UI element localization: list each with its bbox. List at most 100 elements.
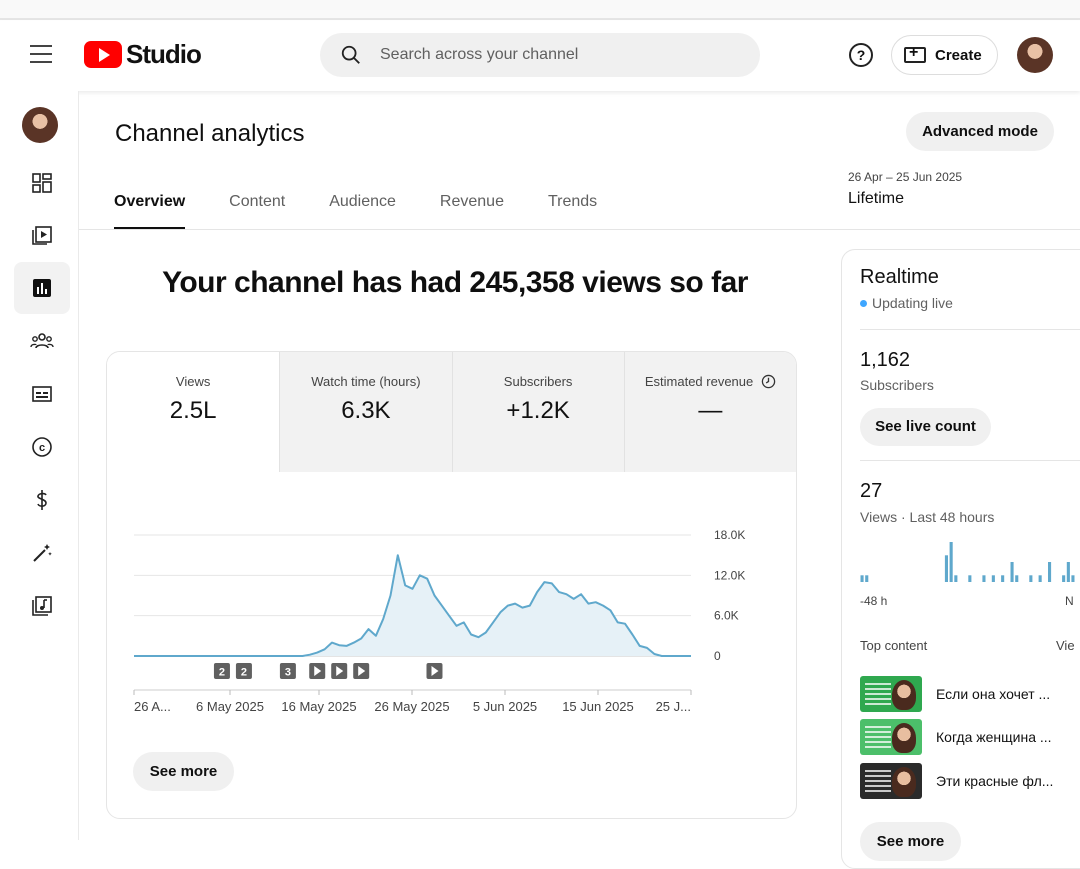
sidebar-item-subtitles[interactable] bbox=[14, 368, 70, 420]
channel-avatar[interactable] bbox=[22, 107, 58, 143]
sidebar-item-copyright[interactable]: c bbox=[14, 421, 70, 473]
views-headline: Your channel has had 245,358 views so fa… bbox=[162, 266, 748, 299]
video-title: Эти красные фл... bbox=[936, 773, 1054, 789]
x-tick-label: 16 May 2025 bbox=[281, 699, 356, 714]
divider bbox=[860, 460, 1080, 461]
search-input[interactable] bbox=[380, 46, 720, 64]
realtime-bar bbox=[1010, 562, 1014, 582]
create-label: Create bbox=[935, 46, 982, 64]
realtime-bar bbox=[1038, 575, 1042, 582]
y-tick-label: 0 bbox=[714, 649, 721, 663]
copyright-icon: c bbox=[32, 437, 52, 457]
top-content-item[interactable]: Когда женщина ... bbox=[860, 717, 1080, 757]
live-dot-icon bbox=[860, 300, 867, 307]
create-button[interactable]: Create bbox=[891, 35, 998, 75]
audio-library-icon bbox=[32, 596, 52, 616]
realtime-bar bbox=[1062, 575, 1066, 582]
metric-label: Watch time (hours) bbox=[311, 374, 421, 389]
metric-estimated-revenue[interactable]: Estimated revenue — bbox=[623, 352, 796, 472]
help-icon[interactable]: ? bbox=[849, 43, 873, 67]
realtime-status-text: Updating live bbox=[872, 295, 953, 311]
period-select[interactable]: Lifetime bbox=[848, 190, 904, 208]
sidebar-item-content[interactable] bbox=[14, 209, 70, 261]
sidebar-item-community[interactable] bbox=[14, 315, 70, 367]
metric-label: Views bbox=[175, 374, 211, 389]
analytics-tabs: Overview Content Audience Revenue Trends bbox=[114, 193, 641, 230]
analytics-icon bbox=[33, 279, 51, 297]
dashboard-icon bbox=[32, 173, 52, 193]
video-title: Если она хочет ... bbox=[936, 686, 1051, 702]
realtime-see-more-button[interactable]: See more bbox=[860, 822, 961, 861]
realtime-bar bbox=[865, 575, 869, 582]
content-icon bbox=[32, 226, 52, 245]
subscriber-label: Subscribers bbox=[860, 377, 934, 393]
realtime-status: Updating live bbox=[860, 295, 953, 311]
see-live-count-button[interactable]: See live count bbox=[860, 408, 991, 446]
top-content-item[interactable]: Эти красные фл... bbox=[860, 761, 1080, 801]
sidebar-item-analytics[interactable] bbox=[14, 262, 70, 314]
metric-value: 2.5L bbox=[169, 397, 217, 424]
video-thumbnail bbox=[860, 763, 922, 799]
realtime-bar bbox=[1066, 562, 1070, 582]
sidebar-item-audio-library[interactable] bbox=[14, 580, 70, 632]
tab-content[interactable]: Content bbox=[229, 193, 285, 230]
video-thumbnail bbox=[860, 719, 922, 755]
realtime-views-count: 27 bbox=[860, 480, 883, 502]
youtube-logo-icon bbox=[84, 40, 122, 68]
video-title: Когда женщина ... bbox=[936, 729, 1052, 745]
tab-divider bbox=[79, 229, 1080, 230]
metric-views[interactable]: Views 2.5L bbox=[107, 352, 280, 472]
realtime-bar bbox=[1001, 575, 1005, 582]
x-tick-label: 5 Jun 2025 bbox=[473, 699, 537, 714]
divider bbox=[860, 329, 1080, 330]
marker-label: 3 bbox=[285, 667, 291, 679]
metric-value: 6.3K bbox=[341, 397, 391, 424]
tab-trends[interactable]: Trends bbox=[548, 193, 597, 230]
account-avatar[interactable] bbox=[1017, 37, 1053, 73]
metric-value: — bbox=[698, 397, 723, 424]
realtime-views-label: Views · Last 48 hours bbox=[860, 509, 995, 525]
sidebar-item-customization[interactable] bbox=[14, 527, 70, 579]
x-tick-label: 26 A... bbox=[134, 699, 171, 714]
realtime-title: Realtime bbox=[860, 266, 939, 288]
studio-logo[interactable]: Studio bbox=[84, 38, 202, 69]
metric-watch-time[interactable]: Watch time (hours) 6.3K bbox=[279, 352, 452, 472]
realtime-bar bbox=[1048, 562, 1052, 582]
search-icon bbox=[341, 45, 360, 64]
tab-overview[interactable]: Overview bbox=[114, 193, 186, 230]
logo-text: Studio bbox=[126, 38, 202, 69]
tab-revenue[interactable]: Revenue bbox=[440, 193, 504, 230]
realtime-bar bbox=[949, 542, 953, 582]
svg-text:c: c bbox=[39, 442, 45, 454]
sidebar: c bbox=[0, 91, 79, 840]
realtime-bar bbox=[860, 575, 864, 582]
subscriber-count: 1,162 bbox=[860, 349, 911, 371]
x-tick-label: 6 May 2025 bbox=[196, 699, 264, 714]
advanced-mode-button[interactable]: Advanced mode bbox=[906, 112, 1054, 151]
see-more-button[interactable]: See more bbox=[133, 752, 234, 791]
y-tick-label: 12.0K bbox=[714, 568, 745, 582]
sidebar-item-dashboard[interactable] bbox=[14, 157, 70, 209]
metric-tabs: Views 2.5L Watch time (hours) 6.3K Subsc… bbox=[107, 352, 796, 472]
dollar-icon bbox=[37, 490, 47, 510]
date-range[interactable]: 26 Apr – 25 Jun 2025 bbox=[848, 170, 962, 184]
metric-subscribers[interactable]: Subscribers +1.2K bbox=[451, 352, 624, 472]
clock-icon[interactable] bbox=[761, 374, 776, 389]
community-icon bbox=[30, 333, 54, 349]
realtime-bar bbox=[1015, 575, 1019, 582]
studio-header: Studio ? Create bbox=[0, 21, 1080, 91]
realtime-bar bbox=[954, 575, 958, 582]
tab-audience[interactable]: Audience bbox=[329, 193, 396, 230]
x-tick-label: 26 May 2025 bbox=[374, 699, 449, 714]
menu-icon[interactable] bbox=[30, 45, 52, 63]
realtime-bar bbox=[982, 575, 986, 582]
top-content-item[interactable]: Если она хочет ... bbox=[860, 674, 1080, 714]
video-thumbnail bbox=[860, 676, 922, 712]
sidebar-item-earn[interactable] bbox=[14, 474, 70, 526]
metric-label: Estimated revenue bbox=[625, 374, 796, 389]
search-bar[interactable] bbox=[320, 33, 760, 77]
browser-top-strip bbox=[0, 0, 1080, 20]
marker-label: 2 bbox=[241, 667, 247, 679]
realtime-bar bbox=[968, 575, 972, 582]
top-content-label: Top content bbox=[860, 638, 928, 653]
